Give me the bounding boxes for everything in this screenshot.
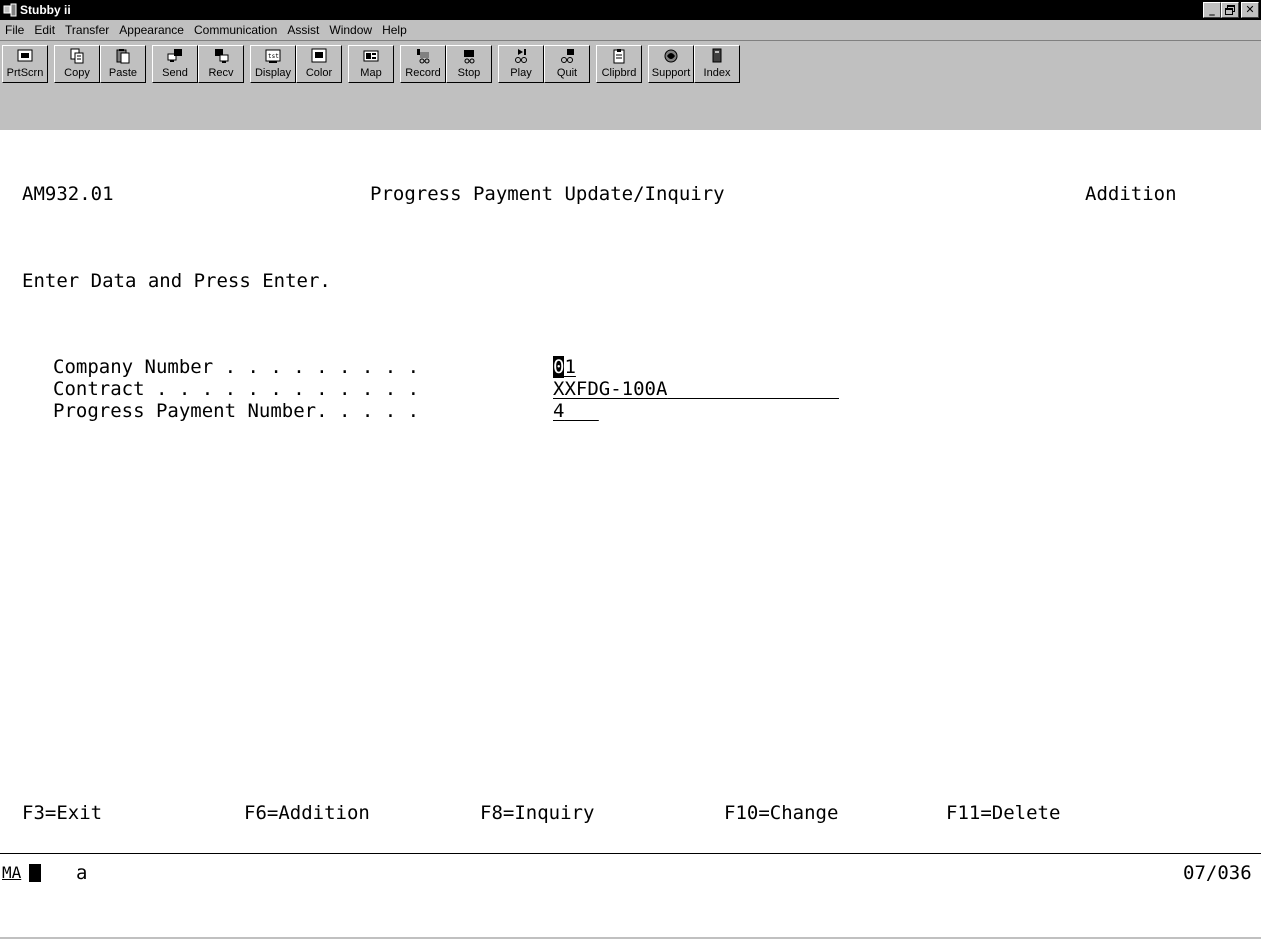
support-button[interactable]: Support: [648, 45, 694, 83]
copy-button[interactable]: Copy: [54, 45, 100, 83]
window-controls: _ ✕: [1203, 2, 1259, 18]
send-icon: [167, 49, 182, 62]
company-number-label: Company Number . . . . . . . . .: [53, 356, 420, 378]
contract-field[interactable]: XXFDG-100A: [553, 378, 839, 400]
input-inhibit-block: [27, 862, 41, 884]
progress-payment-number-value: 4: [553, 400, 565, 422]
maximize-icon: [1225, 5, 1235, 15]
company-number-field[interactable]: 01: [553, 356, 576, 378]
quit-icon: [561, 49, 574, 63]
printscreen-button[interactable]: PrtScrn: [2, 45, 48, 83]
paste-icon: [116, 49, 130, 64]
app-icon: [3, 3, 17, 17]
display-icon: tst: [265, 49, 281, 63]
menu-communication[interactable]: Communication: [189, 20, 282, 40]
menu-edit[interactable]: Edit: [29, 20, 60, 40]
receive-button[interactable]: Recv: [198, 45, 244, 83]
maximize-button[interactable]: [1221, 2, 1239, 18]
printscreen-label: PrtScrn: [6, 67, 44, 79]
paste-label: Paste: [108, 67, 138, 79]
operator-info-area: MA a 07/036: [0, 856, 1261, 939]
menu-assist[interactable]: Assist: [282, 20, 324, 40]
menu-file[interactable]: File: [0, 20, 29, 40]
index-button[interactable]: Index: [694, 45, 740, 83]
contract-label: Contract . . . . . . . . . . . .: [53, 378, 420, 400]
menu-appearance[interactable]: Appearance: [114, 20, 189, 40]
map-label: Map: [360, 67, 382, 79]
play-button[interactable]: Play: [498, 45, 544, 83]
quit-label: Quit: [556, 67, 578, 79]
send-label: Send: [162, 67, 188, 79]
paste-button[interactable]: Paste: [100, 45, 146, 83]
display-label: Display: [254, 67, 292, 79]
terminal-screen[interactable]: AM932.01 Progress Payment Update/Inquiry…: [0, 130, 1261, 852]
fkey-delete[interactable]: F11=Delete: [946, 802, 1060, 824]
copy-icon: [70, 48, 84, 64]
index-label: Index: [703, 67, 731, 79]
play-label: Play: [510, 67, 532, 79]
record-button[interactable]: Record: [400, 45, 446, 83]
fkey-addition[interactable]: F6=Addition: [244, 802, 370, 824]
screen-heading: Progress Payment Update/Inquiry: [370, 183, 725, 205]
receive-icon: [215, 49, 229, 63]
support-label: Support: [651, 67, 691, 79]
company-number-rest: 1: [564, 356, 576, 378]
stop-button[interactable]: Stop: [446, 45, 492, 83]
send-button[interactable]: Send: [152, 45, 198, 83]
index-icon: [712, 48, 722, 63]
status-divider: [0, 853, 1261, 854]
cursor-position: 07/036: [1183, 862, 1252, 884]
map-icon: [363, 50, 379, 62]
minimize-button[interactable]: _: [1203, 2, 1221, 18]
play-icon: [515, 49, 527, 63]
contract-field-padding: [667, 378, 839, 400]
svg-text:tst: tst: [268, 53, 279, 60]
fkey-exit[interactable]: F3=Exit: [22, 802, 102, 824]
status-indicator: MA: [2, 863, 22, 882]
menu-help[interactable]: Help: [377, 20, 412, 40]
display-button[interactable]: tst Display: [250, 45, 296, 83]
receive-label: Recv: [208, 67, 234, 79]
map-button[interactable]: Map: [348, 45, 394, 83]
color-icon: [311, 48, 327, 63]
color-button[interactable]: Color: [296, 45, 342, 83]
quit-button[interactable]: Quit: [544, 45, 590, 83]
instruction-text: Enter Data and Press Enter.: [22, 270, 331, 292]
close-button[interactable]: ✕: [1241, 2, 1259, 18]
color-label: Color: [305, 67, 333, 79]
record-icon: [417, 49, 430, 64]
record-label: Record: [405, 67, 441, 79]
clipboard-icon: [613, 49, 625, 64]
fkey-inquiry[interactable]: F8=Inquiry: [480, 802, 594, 824]
menu-window[interactable]: Window: [324, 20, 377, 40]
contract-value: XXFDG-100A: [553, 378, 668, 400]
window-title: Stubby ii: [20, 3, 71, 17]
screen-mode: Addition: [1085, 183, 1177, 205]
progress-payment-number-label: Progress Payment Number. . . . .: [53, 400, 420, 422]
progress-payment-number-field[interactable]: 4: [553, 400, 599, 422]
stop-icon: [464, 50, 475, 64]
clipboard-label: Clipbrd: [601, 67, 637, 79]
clipboard-button[interactable]: Clipbrd: [596, 45, 642, 83]
toolbar: PrtScrn Copy Paste Send Recv tst Display…: [0, 40, 1261, 130]
company-number-first-char: 0: [553, 356, 565, 378]
stop-label: Stop: [457, 67, 481, 79]
menu-transfer[interactable]: Transfer: [60, 20, 114, 40]
copy-label: Copy: [64, 67, 90, 79]
title-bar: Stubby ii _ ✕: [0, 0, 1261, 20]
progress-payment-number-padding: [564, 400, 598, 422]
printscreen-icon: [17, 49, 33, 62]
support-icon: [664, 49, 678, 63]
program-id: AM932.01: [22, 183, 114, 205]
fkey-change[interactable]: F10=Change: [724, 802, 838, 824]
status-mode-char: a: [76, 862, 88, 884]
menu-bar: File Edit Transfer Appearance Communicat…: [0, 20, 1261, 40]
